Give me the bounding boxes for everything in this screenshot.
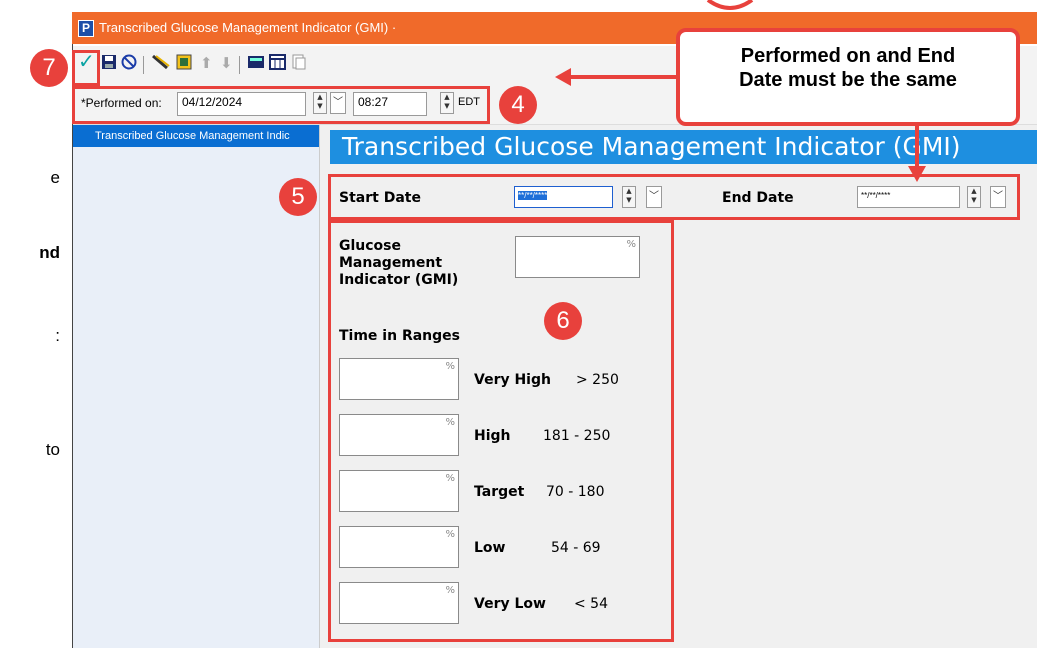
form-list-item-label: Transcribed Glucose Management Indic <box>95 130 290 142</box>
arrow-to-end-date-icon <box>908 124 926 182</box>
down-arrow-icon[interactable]: ⬇ <box>220 54 233 72</box>
badge-7: 7 <box>30 49 68 87</box>
toolbar-separator <box>143 56 144 74</box>
form-browser-icon[interactable] <box>176 54 194 74</box>
toolbar-separator-2 <box>239 56 240 74</box>
callout-line-2: Date must be the same <box>739 69 957 91</box>
partial-badge-icon <box>706 0 754 10</box>
highlight-gmi-fields <box>328 220 674 642</box>
highlight-sign-button <box>72 50 100 86</box>
form-list-item-selected[interactable]: Transcribed Glucose Management Indic <box>73 125 319 147</box>
doc-fragment-1: e <box>50 168 60 187</box>
reference-icon[interactable] <box>151 54 171 74</box>
badge-4: 4 <box>499 86 537 124</box>
copy-icon[interactable] <box>291 54 307 74</box>
up-arrow-icon[interactable]: ⬆ <box>200 54 213 72</box>
window-title: Transcribed Glucose Management Indicator… <box>99 20 397 35</box>
doc-fragment-3: : <box>55 326 60 345</box>
calendar-icon[interactable] <box>269 54 287 74</box>
doc-fragment-4: to <box>45 440 60 459</box>
callout-line-1: Performed on and End <box>740 45 956 67</box>
save-icon[interactable] <box>101 54 117 74</box>
highlight-performed-on <box>72 86 490 124</box>
form-title: Transcribed Glucose Management Indicator… <box>342 132 961 161</box>
badge-5: 5 <box>279 178 317 216</box>
arrow-to-toolbar-icon <box>555 68 683 86</box>
form-header: Transcribed Glucose Management Indicator… <box>330 130 1037 164</box>
cancel-icon[interactable] <box>121 54 137 74</box>
badge-6: 6 <box>544 302 582 340</box>
doc-fragment-2: nd <box>39 243 60 262</box>
callout-box: Performed on and End Date must be the sa… <box>676 28 1020 126</box>
app-icon: P <box>78 20 94 37</box>
calculator-icon[interactable] <box>247 54 265 74</box>
